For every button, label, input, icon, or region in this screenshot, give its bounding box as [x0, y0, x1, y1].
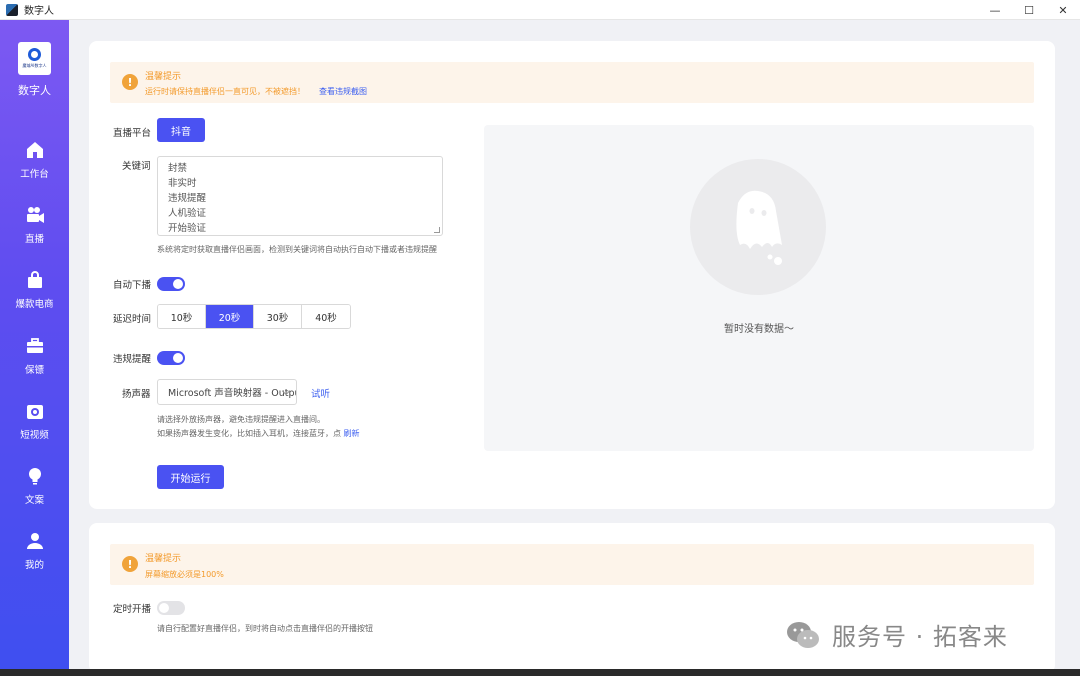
empty-state-panel: 暂时没有数据～: [484, 125, 1034, 451]
keyword-line: 开始验证: [168, 223, 207, 234]
keywords-label: 关键词: [122, 161, 151, 172]
empty-state-text: 暂时没有数据～: [724, 324, 794, 335]
wechat-icon: [786, 620, 820, 650]
logo-mark-icon: [28, 48, 41, 61]
warning-icon: !: [122, 74, 138, 90]
minimize-button[interactable]: —: [978, 0, 1012, 20]
window-titlebar: 数字人 — ☐ ✕: [0, 0, 1080, 20]
speaker-label: 扬声器: [122, 389, 151, 400]
speaker-select[interactable]: Microsoft 声音映射器 - Output: [157, 379, 297, 405]
delay-option-10s[interactable]: 10秒: [158, 305, 206, 328]
violation-toggle[interactable]: [157, 351, 185, 365]
toggle-knob: [173, 279, 183, 289]
keywords-hint: 系统将定时获取直播伴侣画面，检测到关键词将自动执行自动下播或者违规提醒: [157, 245, 437, 254]
empty-illustration: [690, 159, 826, 295]
delay-option-40s[interactable]: 40秒: [302, 305, 350, 328]
app-icon: [6, 3, 18, 16]
window-controls: — ☐ ✕: [978, 0, 1080, 20]
logo-text: 魔域AI数字人: [22, 63, 47, 68]
sidebar-item-label: 文案: [24, 495, 44, 506]
taskbar: [0, 669, 1080, 676]
briefcase-icon: [26, 338, 43, 353]
app-logo: 魔域AI数字人: [18, 42, 51, 75]
brand-name: 数字人: [18, 84, 51, 97]
sidebar-item-live[interactable]: 直播: [0, 205, 69, 255]
toggle-knob: [173, 353, 183, 363]
notice-banner: ! 温馨提示 运行时请保持直播伴侣一直可见，不被遮挡！ 查看违规截图: [110, 62, 1034, 103]
notice-text: 屏幕缩放必须是100%: [145, 570, 224, 579]
sidebar-item-label: 直播: [24, 234, 44, 245]
sidebar-item-label: 工作台: [20, 169, 49, 180]
sidebar-item-mine[interactable]: 我的: [0, 531, 69, 581]
sidebar-item-label: 我的: [24, 560, 44, 571]
notice-title: 温馨提示: [145, 72, 182, 82]
test-speaker-link[interactable]: 试听: [311, 386, 330, 400]
notice-banner: ! 温馨提示 屏幕缩放必须是100%: [110, 544, 1034, 585]
keyword-line: 封禁: [168, 163, 188, 174]
shopping-bag-icon: [27, 271, 42, 288]
scheduled-hint: 请自行配置好直播伴侣，到时将自动点击直播伴侣的开播按钮: [157, 624, 373, 633]
sidebar-item-short-video[interactable]: 短视频: [0, 401, 69, 451]
start-button[interactable]: 开始运行: [157, 465, 224, 489]
delay-segmented-control: 10秒 20秒 30秒 40秒: [157, 304, 351, 329]
speaker-hint-text: 如果扬声器发生变化，比如插入耳机，连接蓝牙，点: [157, 429, 341, 438]
lightbulb-icon: [28, 468, 41, 485]
main-content: ! 温馨提示 运行时请保持直播伴侣一直可见，不被遮挡！ 查看违规截图 直播平台 抖…: [69, 20, 1080, 673]
speaker-hint-1: 请选择外放扬声器，避免违规提醒进入直播间。: [157, 415, 325, 424]
ghost-icon: [736, 190, 782, 265]
maximize-button[interactable]: ☐: [1012, 0, 1046, 20]
violation-label: 违规提醒: [113, 354, 152, 365]
video-camera-icon: [26, 207, 44, 223]
toggle-knob: [159, 603, 169, 613]
sidebar-item-copywriting[interactable]: 文案: [0, 466, 69, 516]
sidebar: 魔域AI数字人 数字人 工作台 直播 爆款电商 保镖 短视频 文案 我的: [0, 20, 69, 669]
speaker-hint-2: 如果扬声器发生变化，比如插入耳机，连接蓝牙，点 刷新: [157, 428, 360, 439]
watermark: 服务号 · 拓客来: [786, 617, 1008, 652]
speaker-select-value: Microsoft 声音映射器 - Output: [168, 388, 297, 399]
keyword-line: 非实时: [168, 178, 197, 189]
user-icon: [26, 533, 43, 549]
platform-label: 直播平台: [113, 128, 152, 139]
watermark-text: 服务号 · 拓客来: [832, 623, 1008, 651]
home-icon: [26, 142, 43, 158]
sidebar-item-workbench[interactable]: 工作台: [0, 140, 69, 190]
delay-option-30s[interactable]: 30秒: [254, 305, 302, 328]
sidebar-item-label: 保镖: [24, 365, 44, 376]
live-guard-card: ! 温馨提示 运行时请保持直播伴侣一直可见，不被遮挡！ 查看违规截图 直播平台 抖…: [89, 41, 1055, 509]
sidebar-item-label: 短视频: [20, 430, 49, 441]
sidebar-item-label: 爆款电商: [15, 299, 54, 310]
resize-grip-icon[interactable]: [434, 227, 440, 233]
scheduled-toggle[interactable]: [157, 601, 185, 615]
scheduled-label: 定时开播: [113, 604, 152, 615]
warning-icon: !: [122, 556, 138, 572]
sidebar-item-ecommerce[interactable]: 爆款电商: [0, 270, 69, 320]
auto-off-label: 自动下播: [113, 280, 152, 291]
notice-title: 温馨提示: [145, 554, 182, 564]
view-violation-screenshot-link[interactable]: 查看违规截图: [319, 87, 367, 96]
keyword-line: 违规提醒: [168, 193, 207, 204]
camera-icon: [26, 405, 43, 419]
refresh-link[interactable]: 刷新: [344, 429, 360, 438]
sidebar-item-bodyguard[interactable]: 保镖: [0, 336, 69, 386]
window-title: 数字人: [24, 6, 54, 17]
delay-label: 延迟时间: [113, 314, 152, 325]
keyword-line: 人机验证: [168, 208, 207, 219]
notice-message: 运行时请保持直播伴侣一直可见，不被遮挡！: [145, 87, 305, 96]
close-button[interactable]: ✕: [1046, 0, 1080, 20]
keywords-textarea[interactable]: 封禁 非实时 违规提醒 人机验证 开始验证: [157, 156, 443, 236]
notice-text: 运行时请保持直播伴侣一直可见，不被遮挡！ 查看违规截图: [145, 86, 367, 97]
platform-douyin-button[interactable]: 抖音: [157, 118, 205, 142]
auto-off-toggle[interactable]: [157, 277, 185, 291]
delay-option-20s[interactable]: 20秒: [206, 305, 254, 328]
